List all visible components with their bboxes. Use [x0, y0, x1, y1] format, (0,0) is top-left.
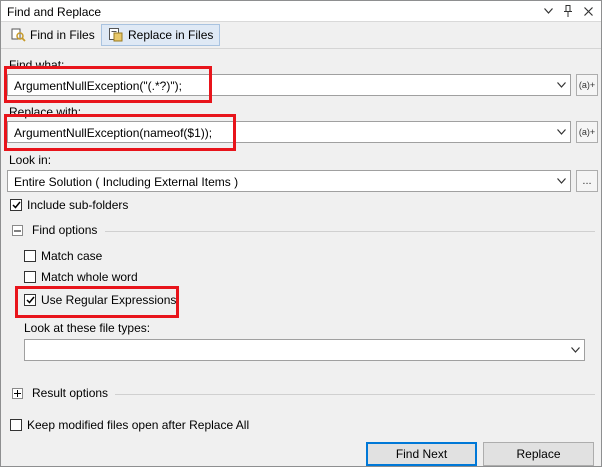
replace-highlight-box [4, 114, 236, 151]
find-regex-builder-button[interactable]: (a)+ [576, 74, 598, 96]
tab-label: Find in Files [30, 28, 95, 42]
result-options-divider [115, 394, 595, 395]
file-types-label: Look at these file types: [24, 321, 151, 335]
replace-button[interactable]: Replace [483, 442, 594, 466]
replace-regex-builder-button[interactable]: (a)+ [576, 121, 598, 143]
checkmark-icon [11, 201, 21, 209]
regex-highlight-box [15, 286, 179, 318]
title-bar: Find and Replace [1, 1, 601, 22]
replace-panel: Find what: ArgumentNullException("(.*?)"… [1, 48, 601, 466]
result-options-expand-toggle[interactable] [12, 388, 23, 399]
find-options-divider [105, 231, 595, 232]
find-replace-window: Find and Replace Find in Files Replace i… [0, 0, 602, 467]
browse-button[interactable]: ... [576, 170, 598, 192]
look-in-value: Entire Solution ( Including External Ite… [14, 175, 239, 189]
keep-modified-label: Keep modified files open after Replace A… [27, 418, 250, 432]
window-title: Find and Replace [7, 5, 102, 19]
find-options-header: Find options [32, 223, 98, 237]
include-subfolders-checkbox[interactable] [10, 199, 22, 211]
match-whole-word-checkbox[interactable] [24, 271, 36, 283]
chevron-down-icon[interactable] [567, 341, 583, 359]
close-icon[interactable] [581, 4, 595, 18]
minus-icon [14, 230, 21, 231]
include-subfolders-label: Include sub-folders [27, 198, 129, 212]
title-icons [541, 4, 595, 18]
chevron-down-icon[interactable] [541, 4, 555, 18]
look-in-label: Look in: [9, 153, 52, 167]
result-options-header: Result options [32, 386, 109, 400]
tab-replace-in-files[interactable]: Replace in Files [101, 24, 221, 46]
chevron-down-icon[interactable] [553, 123, 569, 141]
chevron-down-icon[interactable] [553, 172, 569, 190]
match-case-checkbox[interactable] [24, 250, 36, 262]
match-case-label: Match case [41, 249, 103, 263]
tab-find-in-files[interactable]: Find in Files [4, 24, 101, 46]
look-in-combo[interactable]: Entire Solution ( Including External Ite… [7, 170, 571, 192]
tab-label: Replace in Files [128, 28, 214, 42]
chevron-down-icon[interactable] [553, 76, 569, 94]
file-types-combo[interactable] [24, 339, 585, 361]
find-next-button[interactable]: Find Next [366, 442, 477, 466]
pin-icon[interactable] [561, 4, 575, 18]
replace-in-files-icon [108, 27, 124, 43]
plus-icon [14, 390, 21, 397]
find-in-files-icon [10, 27, 26, 43]
match-whole-word-label: Match whole word [41, 270, 138, 284]
find-highlight-box [4, 66, 212, 103]
keep-modified-checkbox[interactable] [10, 419, 22, 431]
tab-bar: Find in Files Replace in Files [1, 22, 601, 48]
find-options-collapse-toggle[interactable] [12, 225, 23, 236]
